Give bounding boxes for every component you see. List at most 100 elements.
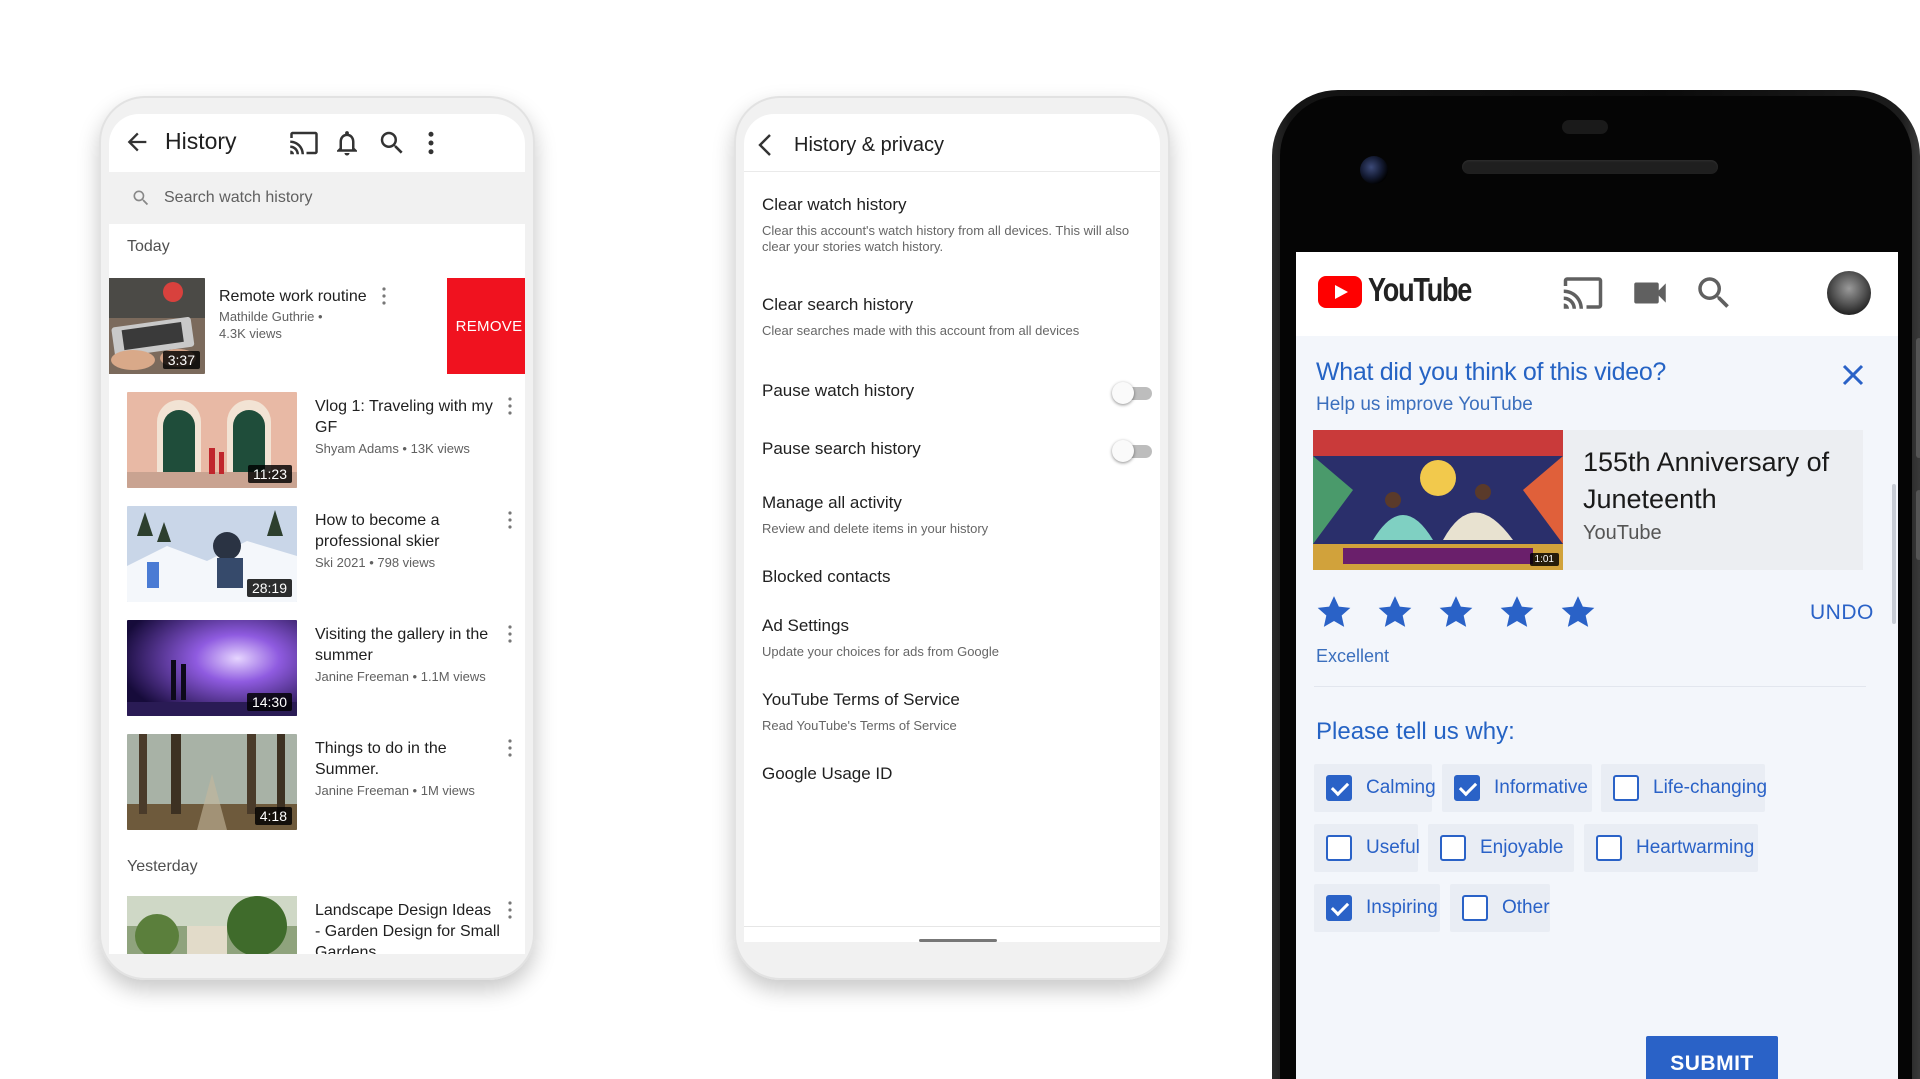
star-icon[interactable] (1558, 592, 1598, 632)
home-handle[interactable] (919, 939, 997, 942)
search-watch-history-bar[interactable]: Search watch history (109, 172, 525, 224)
blocked-contacts-item[interactable]: Blocked contacts (762, 566, 1152, 588)
phone-privacy: History & privacy Clear watch history Cl… (734, 96, 1170, 980)
reason-label: Calming (1366, 777, 1436, 798)
reason-informative[interactable]: Informative (1442, 764, 1592, 812)
history-item[interactable]: 4:18 Things to do in the Summer. Janine … (109, 734, 525, 832)
video-card[interactable]: 1:01 155th Anniversary of Juneteenth You… (1313, 430, 1863, 570)
video-thumbnail[interactable]: 14:30 (127, 620, 297, 716)
video-title: How to become a professional skier (315, 512, 440, 550)
more-vert-icon[interactable] (505, 900, 515, 920)
power-button (1916, 490, 1920, 560)
history-item[interactable]: 11:23 Vlog 1: Traveling with my GF Shyam… (109, 392, 525, 490)
more-vert-icon[interactable] (505, 396, 515, 416)
checkbox[interactable] (1596, 835, 1622, 861)
star-icon[interactable] (1436, 592, 1476, 632)
google-usage-id-item[interactable]: Google Usage ID (762, 763, 1152, 785)
youtube-logo-icon[interactable] (1318, 276, 1362, 308)
star-icon[interactable] (1314, 592, 1354, 632)
item-description: Clear searches made with this account fr… (762, 323, 1080, 338)
video-camera-icon[interactable] (1629, 272, 1671, 314)
privacy-screen: History & privacy Clear watch history Cl… (744, 114, 1160, 942)
more-vert-icon[interactable] (416, 128, 446, 158)
more-vert-icon[interactable] (505, 510, 515, 530)
video-thumbnail[interactable] (127, 896, 297, 954)
video-meta: Mathilde Guthrie • 4.3K views (219, 309, 323, 341)
pause-watch-history-item[interactable]: Pause watch history (762, 380, 1152, 402)
youtube-app-bar: YouTube (1296, 252, 1898, 336)
video-thumbnail[interactable]: 11:23 (127, 392, 297, 488)
checkbox[interactable] (1462, 895, 1488, 921)
cast-icon[interactable] (289, 128, 319, 158)
undo-button[interactable]: UNDO (1810, 601, 1874, 625)
history-item[interactable]: 28:19 How to become a professional skier… (109, 506, 525, 604)
checkbox[interactable] (1326, 835, 1352, 861)
feedback-screen: YouTube What did you think of this video… (1296, 252, 1898, 1079)
reason-calming[interactable]: Calming (1314, 764, 1436, 812)
page-title: History & privacy (794, 134, 945, 156)
pause-search-history-toggle[interactable] (1112, 440, 1152, 462)
bell-icon[interactable] (332, 128, 362, 158)
reason-useful[interactable]: Useful (1314, 824, 1420, 872)
video-thumbnail[interactable]: 3:37 (109, 278, 205, 374)
cast-icon[interactable] (1562, 272, 1604, 314)
reason-heartwarming[interactable]: Heartwarming (1584, 824, 1758, 872)
video-meta: Shyam Adams • 13K views (315, 441, 470, 456)
checkbox-checked[interactable] (1326, 895, 1352, 921)
remove-button[interactable]: REMOVE (447, 278, 525, 374)
video-thumbnail[interactable]: 28:19 (127, 506, 297, 602)
item-title: Clear search history (762, 295, 914, 314)
submit-button[interactable]: SUBMIT (1646, 1036, 1778, 1079)
search-icon[interactable] (1693, 272, 1735, 314)
terms-of-service-item[interactable]: YouTube Terms of Service Read YouTube's … (762, 689, 1152, 734)
reason-label: Heartwarming (1636, 837, 1755, 858)
pause-watch-history-toggle[interactable] (1112, 382, 1152, 404)
reason-life-changing[interactable]: Life-changing (1601, 764, 1767, 812)
video-title: Remote work routine (219, 288, 367, 305)
search-icon[interactable] (377, 128, 407, 158)
video-title: Things to do in the Summer. (315, 740, 447, 778)
item-title: YouTube Terms of Service (762, 690, 960, 709)
earpiece-speaker (1462, 160, 1718, 174)
clear-search-history-item[interactable]: Clear search history Clear searches made… (762, 294, 1152, 339)
clear-watch-history-item[interactable]: Clear watch history Clear this account's… (762, 194, 1152, 255)
reason-other[interactable]: Other (1450, 884, 1550, 932)
proximity-sensor (1562, 120, 1608, 134)
more-vert-icon[interactable] (379, 286, 389, 306)
history-item[interactable]: Landscape Design Ideas - Garden Design f… (109, 896, 525, 954)
ad-settings-item[interactable]: Ad Settings Update your choices for ads … (762, 615, 1152, 660)
avatar[interactable] (1827, 271, 1871, 315)
search-input[interactable]: Search watch history (164, 189, 313, 207)
pause-search-history-item[interactable]: Pause search history (762, 438, 1152, 460)
video-thumbnail[interactable]: 1:01 (1313, 430, 1563, 570)
scrollbar[interactable] (1892, 484, 1896, 624)
back-arrow-icon[interactable] (123, 128, 151, 156)
manage-all-activity-item[interactable]: Manage all activity Review and delete it… (762, 492, 1152, 537)
section-today: Today (127, 238, 170, 255)
star-icon[interactable] (1375, 592, 1415, 632)
reason-inspiring[interactable]: Inspiring (1314, 884, 1440, 932)
star-icon[interactable] (1497, 592, 1537, 632)
nav-bar-divider (744, 926, 1160, 927)
checkbox-checked[interactable] (1326, 775, 1352, 801)
chevron-left-icon[interactable] (754, 132, 776, 158)
close-icon[interactable] (1840, 362, 1866, 388)
phone-feedback: YouTube What did you think of this video… (1272, 90, 1920, 1079)
checkbox[interactable] (1613, 775, 1639, 801)
reason-enjoyable[interactable]: Enjoyable (1428, 824, 1574, 872)
item-title: Ad Settings (762, 616, 849, 635)
history-item[interactable]: 14:30 Visiting the gallery in the summer… (109, 620, 525, 718)
more-vert-icon[interactable] (505, 738, 515, 758)
checkbox-checked[interactable] (1454, 775, 1480, 801)
front-camera-icon (1360, 156, 1388, 184)
history-item-swiped[interactable]: 3:37 Remote work routine Mathilde Guthri… (109, 278, 525, 376)
checkbox[interactable] (1440, 835, 1466, 861)
video-thumbnail[interactable]: 4:18 (127, 734, 297, 830)
youtube-wordmark: YouTube (1368, 271, 1472, 308)
reason-label: Inspiring (1366, 897, 1438, 918)
item-description: Update your choices for ads from Google (762, 644, 1000, 659)
item-title: Pause watch history (762, 381, 915, 400)
more-vert-icon[interactable] (505, 624, 515, 644)
item-title: Clear watch history (762, 195, 907, 214)
privacy-header: History & privacy (744, 114, 1160, 172)
